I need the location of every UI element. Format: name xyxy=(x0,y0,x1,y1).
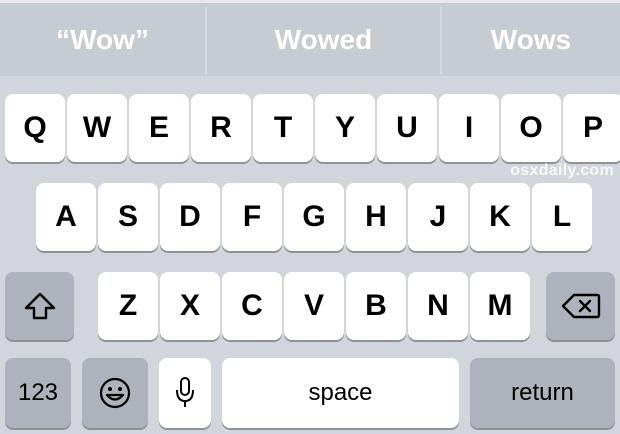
key-label: T xyxy=(273,111,293,144)
key-s[interactable]: S xyxy=(98,183,158,251)
key-label: P xyxy=(582,111,603,144)
key-q[interactable]: Q xyxy=(5,94,65,162)
key-j[interactable]: J xyxy=(408,183,468,251)
key-label: F xyxy=(242,200,262,233)
key-k[interactable]: K xyxy=(470,183,530,251)
key-r[interactable]: R xyxy=(191,94,251,162)
key-a[interactable]: A xyxy=(36,183,96,251)
key-l[interactable]: L xyxy=(532,183,592,251)
key-label: B xyxy=(365,289,387,322)
suggestion-2[interactable]: Wowed xyxy=(207,3,440,76)
key-label: D xyxy=(179,200,201,233)
key-g[interactable]: G xyxy=(284,183,344,251)
key-label: Z xyxy=(118,289,138,322)
space-key[interactable]: space xyxy=(222,358,459,428)
key-label: Q xyxy=(23,111,47,144)
suggestion-3[interactable]: Wows xyxy=(442,3,620,76)
space-key-label: space xyxy=(308,379,373,406)
key-e[interactable]: E xyxy=(129,94,189,162)
key-row-3: Z X C V B N M xyxy=(0,272,620,344)
key-p[interactable]: P xyxy=(563,94,620,162)
return-key-label: return xyxy=(511,379,574,406)
key-t[interactable]: T xyxy=(253,94,313,162)
key-x[interactable]: X xyxy=(160,272,220,340)
key-row-4: 123 space return xyxy=(0,358,620,430)
dictation-key[interactable] xyxy=(159,358,211,428)
key-label: Y xyxy=(334,111,355,144)
key-v[interactable]: V xyxy=(284,272,344,340)
key-label: J xyxy=(429,200,447,233)
key-row-2: A S D F G H J K L xyxy=(0,183,620,255)
key-label: I xyxy=(464,111,474,144)
key-m[interactable]: M xyxy=(470,272,530,340)
key-label: S xyxy=(117,200,138,233)
key-z[interactable]: Z xyxy=(98,272,158,340)
key-y[interactable]: Y xyxy=(315,94,375,162)
key-label: G xyxy=(302,200,326,233)
key-label: L xyxy=(552,200,572,233)
key-label: V xyxy=(303,289,324,322)
key-o[interactable]: O xyxy=(501,94,561,162)
emoji-key[interactable] xyxy=(82,358,148,428)
keyboard: “Wow” Wowed Wows Q W E R T Y U I O P osx… xyxy=(0,0,620,434)
key-h[interactable]: H xyxy=(346,183,406,251)
key-f[interactable]: F xyxy=(222,183,282,251)
shift-icon xyxy=(23,291,57,321)
key-b[interactable]: B xyxy=(346,272,406,340)
microphone-icon xyxy=(173,375,197,411)
key-label: A xyxy=(55,200,77,233)
key-label: C xyxy=(241,289,263,322)
key-n[interactable]: N xyxy=(408,272,468,340)
emoji-icon xyxy=(98,376,132,410)
key-label: R xyxy=(210,111,232,144)
key-i[interactable]: I xyxy=(439,94,499,162)
key-label: N xyxy=(427,289,449,322)
key-label: H xyxy=(365,200,387,233)
key-label: W xyxy=(82,111,112,144)
numbers-key[interactable]: 123 xyxy=(5,358,71,428)
key-label: X xyxy=(179,289,200,322)
delete-key[interactable] xyxy=(546,272,615,340)
key-w[interactable]: W xyxy=(67,94,127,162)
numbers-key-label: 123 xyxy=(17,379,59,406)
watermark: osxdaily.com xyxy=(510,162,614,179)
key-label: K xyxy=(489,200,511,233)
suggestion-1[interactable]: “Wow” xyxy=(0,3,205,76)
key-label: E xyxy=(148,111,169,144)
delete-icon xyxy=(561,292,601,320)
key-row-1: Q W E R T Y U I O P xyxy=(0,94,620,166)
shift-key[interactable] xyxy=(5,272,74,340)
return-key[interactable]: return xyxy=(470,358,615,428)
key-label: U xyxy=(396,111,418,144)
key-c[interactable]: C xyxy=(222,272,282,340)
key-label: M xyxy=(487,289,513,322)
suggestion-bar: “Wow” Wowed Wows xyxy=(0,0,620,76)
key-label: O xyxy=(519,111,543,144)
key-u[interactable]: U xyxy=(377,94,437,162)
key-d[interactable]: D xyxy=(160,183,220,251)
